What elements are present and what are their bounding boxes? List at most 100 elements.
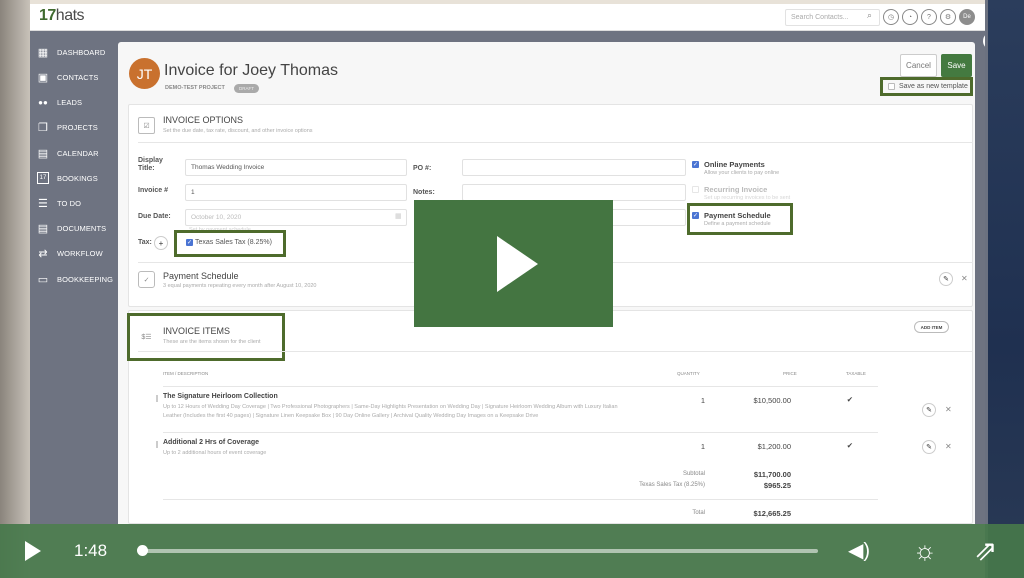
checklist-icon: ☑ <box>138 117 155 134</box>
sidebar-item-contacts[interactable]: ▣ CONTACTS <box>37 71 99 84</box>
invoice-number-input[interactable]: 1 <box>185 184 407 201</box>
recurring-invoice-checkbox[interactable] <box>692 186 699 193</box>
logo[interactable]: 17hats <box>39 7 85 25</box>
play-button[interactable] <box>25 541 41 561</box>
todo-icon: ☰ <box>38 197 48 210</box>
tax-summary-value: $965.25 <box>763 481 791 490</box>
payment-schedule-subtitle: 3 equal payments repeating every month a… <box>163 283 317 289</box>
background-left <box>0 0 30 578</box>
invoice-options-subtitle: Set the due date, tax rate, discount, an… <box>163 128 313 134</box>
video-play-overlay[interactable] <box>414 200 613 327</box>
notes-input[interactable] <box>462 184 686 201</box>
tax-checkbox[interactable]: ✓ <box>186 239 193 246</box>
column-header-quantity: QUANTITY <box>677 371 700 376</box>
display-title-input[interactable]: Thomas Wedding Invoice <box>185 159 407 176</box>
total-value: $12,665.25 <box>753 509 791 518</box>
subtotal-label: Subtotal <box>682 471 705 477</box>
settings-icon[interactable]: ⚙ <box>940 9 956 25</box>
edit-schedule-button[interactable]: ✎ <box>939 272 953 286</box>
item-title: Additional 2 Hrs of Coverage <box>163 439 260 446</box>
column-header-taxable: TAXABLE <box>846 371 866 376</box>
invoice-number-label: Invoice # <box>138 187 168 194</box>
online-payments-sub: Allow your clients to pay online <box>704 170 780 176</box>
sidebar: ▦ DASHBOARD ▣ CONTACTS ●● LEADS ❐ PROJECTS ▤… <box>30 32 116 524</box>
tax-summary-label: Texas Sales Tax (8.25%) <box>639 482 705 488</box>
sidebar-item-calendar[interactable]: ▤ CALENDAR <box>37 147 99 160</box>
column-header-item: ITEM / DESCRIPTION <box>163 371 209 376</box>
payment-schedule-checkbox[interactable]: ✓ <box>692 212 699 219</box>
save-button[interactable]: Save <box>941 54 972 77</box>
settings-gear-icon[interactable]: ☼ <box>913 535 937 566</box>
search-icon[interactable]: ⌕ <box>867 10 872 21</box>
taxable-check-icon: ✔ <box>846 395 853 404</box>
tax-label: Tax: <box>138 239 152 246</box>
sidebar-item-leads[interactable]: ●● LEADS <box>37 96 82 108</box>
sidebar-item-bookings[interactable]: 17 BOOKINGS <box>37 172 98 184</box>
calendar-picker-icon[interactable]: ▦ <box>395 212 402 220</box>
online-payments-checkbox[interactable]: ✓ <box>692 161 699 168</box>
calendar-check-icon: ✓ <box>138 271 155 288</box>
save-as-template-option[interactable]: Save as new template <box>881 78 974 95</box>
pie-chart-icon[interactable]: ◔ <box>902 9 918 25</box>
volume-icon[interactable]: ◀) <box>848 538 870 563</box>
drag-handle[interactable] <box>156 441 158 448</box>
page-title: Invoice for Joey Thomas <box>164 62 339 79</box>
collapse-panel-button[interactable]: ‹ <box>983 32 985 50</box>
delete-item-button[interactable]: ✕ <box>945 442 952 451</box>
share-icon[interactable]: ⇗ <box>974 534 997 567</box>
item-price: $10,500.00 <box>753 396 791 405</box>
invoice-options-title: INVOICE OPTIONS <box>163 115 244 125</box>
delete-item-button[interactable]: ✕ <box>945 405 952 414</box>
help-icon[interactable]: ? <box>921 9 937 25</box>
notes-label: Notes: <box>413 189 435 196</box>
due-date-input[interactable]: October 10, 2020 <box>185 209 407 226</box>
contacts-icon: ▣ <box>37 71 49 84</box>
edit-item-button[interactable]: ✎ <box>922 440 936 454</box>
clock-icon[interactable]: ◷ <box>883 9 899 25</box>
sidebar-item-workflow[interactable]: ⇄ WORKFLOW <box>37 247 103 260</box>
taxable-check-icon: ✔ <box>846 441 853 450</box>
subtotal-value: $11,700.00 <box>753 470 791 479</box>
current-time: 1:48 <box>74 541 108 560</box>
payment-schedule-option-sub: Define a payment schedule <box>704 221 771 227</box>
workflow-icon: ⇄ <box>38 247 48 260</box>
cancel-button[interactable]: Cancel <box>900 54 937 77</box>
column-header-price: PRICE <box>783 371 797 376</box>
add-item-button[interactable]: ADD ITEM <box>914 321 949 333</box>
item-price: $1,200.00 <box>757 442 791 451</box>
drag-handle[interactable] <box>156 395 158 402</box>
tax-option[interactable]: ✓ Texas Sales Tax (8.25%) <box>186 239 272 246</box>
top-bar: 17hats Search Contacts... ⌕ ◷ ◔ ? ⚙ De <box>30 4 985 31</box>
sidebar-item-dashboard[interactable]: ▦ DASHBOARD <box>37 46 106 59</box>
play-icon <box>497 235 538 292</box>
list-money-icon: $☰ <box>141 333 152 341</box>
status-badge: DRAFT <box>234 84 259 93</box>
item-quantity: 1 <box>700 442 705 451</box>
item-description: Up to 12 Hours of Wedding Day Coverage |… <box>163 404 618 419</box>
documents-icon: ▤ <box>37 222 49 235</box>
payment-schedule-title: Payment Schedule <box>163 271 239 281</box>
dashboard-icon: ▦ <box>37 46 49 59</box>
recurring-invoice-sub: Set up recurring invoices to be sent <box>704 195 791 201</box>
po-label: PO #: <box>413 165 432 172</box>
client-avatar: JT <box>129 58 160 89</box>
search-contacts-input[interactable]: Search Contacts... <box>785 9 880 26</box>
item-quantity: 1 <box>700 396 705 405</box>
progress-bar[interactable] <box>142 549 818 553</box>
sidebar-item-bookkeeping[interactable]: ▭ BOOKKEEPING <box>37 273 113 286</box>
user-avatar[interactable]: De <box>959 9 975 25</box>
edit-item-button[interactable]: ✎ <box>922 403 936 417</box>
sidebar-item-todo[interactable]: ☰ TO DO <box>37 197 81 210</box>
bookkeeping-icon: ▭ <box>37 273 49 286</box>
add-tax-button[interactable]: + <box>154 236 168 250</box>
save-template-checkbox[interactable] <box>888 83 895 90</box>
payment-schedule-option-label: Payment Schedule <box>704 211 771 220</box>
sidebar-item-documents[interactable]: ▤ DOCUMENTS <box>37 222 106 235</box>
online-payments-label: Online Payments <box>704 160 765 169</box>
remove-schedule-button[interactable]: ✕ <box>961 274 968 283</box>
project-label[interactable]: DEMO-TEST PROJECT <box>165 85 225 91</box>
progress-handle[interactable] <box>137 545 148 556</box>
sidebar-item-projects[interactable]: ❐ PROJECTS <box>37 121 98 134</box>
display-title-label: Display Title: <box>138 157 163 172</box>
po-input[interactable] <box>462 159 686 176</box>
